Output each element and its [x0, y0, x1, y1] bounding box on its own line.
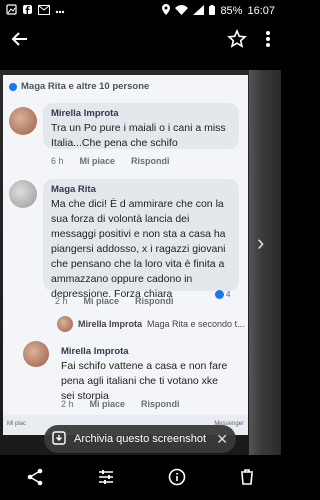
signal-icon	[193, 4, 205, 18]
clock: 16:07	[247, 5, 275, 17]
comment-time: 2 h	[61, 399, 74, 409]
archive-label: Archivia questo screenshot	[74, 433, 207, 445]
like-link[interactable]: Mi piace	[84, 296, 120, 306]
battery-icon	[209, 4, 216, 18]
like-count: 4	[226, 290, 231, 299]
wifi-icon	[175, 4, 189, 18]
close-icon[interactable]: ✕	[216, 431, 228, 448]
archive-icon	[52, 430, 66, 448]
comment-bubble: Maga Rita Ma che dici! È d ammirare che …	[43, 179, 239, 300]
more-notifications-icon	[55, 5, 65, 17]
comment-actions: 6 h Mi piace Rispondi	[51, 156, 170, 166]
avatar	[57, 316, 73, 332]
archive-screenshot-chip[interactable]: Archivia questo screenshot ✕	[44, 425, 236, 453]
gallery-notification-icon	[6, 4, 17, 18]
reply-link[interactable]: Rispondi	[135, 296, 174, 306]
reply-snippet: Maga Rita e secondo t...	[147, 319, 245, 329]
comment-author: Maga Rita	[51, 184, 96, 195]
like-reaction-icon	[9, 82, 17, 91]
mail-notification-icon	[38, 4, 50, 18]
photographed-phone-screen: Maga Rita e altre 10 persone Mirella Imp…	[3, 75, 248, 435]
strip-like-label: Mi piac	[7, 421, 27, 427]
facebook-notification-icon	[22, 4, 33, 18]
status-left	[6, 4, 65, 18]
screenshot-photo: Maga Rita e altre 10 persone Mirella Imp…	[0, 70, 281, 455]
trash-icon[interactable]	[239, 468, 255, 491]
reactions-text: Maga Rita e altre 10 persone	[21, 81, 150, 92]
share-icon[interactable]	[26, 468, 44, 491]
avatar	[23, 341, 49, 367]
comment-time: 2 h	[55, 296, 68, 306]
reactions-header: Maga Rita e altre 10 persone	[9, 81, 149, 92]
more-vert-icon[interactable]	[265, 30, 271, 53]
comment-author: Mirella Improta	[51, 108, 119, 119]
comment-actions: 2 h Mi piace Rispondi	[55, 296, 174, 306]
chevron-right-icon: ›	[257, 230, 265, 255]
comment-time: 6 h	[51, 156, 64, 166]
info-icon[interactable]	[168, 468, 186, 491]
comment-text: Fai schifo vattene a casa e non fare pen…	[61, 360, 228, 402]
avatar	[9, 180, 37, 208]
like-link[interactable]: Mi piace	[90, 399, 126, 409]
reply-author: Mirella Improta	[78, 319, 143, 329]
tune-icon[interactable]	[97, 468, 115, 491]
like-icon	[215, 290, 224, 299]
status-right: 85% 16:07	[162, 4, 275, 18]
reply-link[interactable]: Rispondi	[141, 399, 180, 409]
comment-bubble: Mirella Improta Tra un Po pure i maiali …	[43, 103, 239, 149]
location-icon	[162, 4, 171, 18]
reply-link[interactable]: Rispondi	[131, 156, 170, 166]
comment-text: Tra un Po pure i maiali o i cani a miss …	[51, 122, 226, 149]
back-arrow-icon[interactable]	[10, 29, 30, 54]
reply-preview[interactable]: Mirella Improta Maga Rita e secondo t...	[57, 316, 245, 332]
comment-bubble: Mirella Improta Fai schifo vattene a cas…	[53, 341, 239, 402]
viewer-toolbar	[0, 22, 281, 60]
battery-percent: 85%	[220, 5, 243, 17]
avatar	[9, 107, 37, 135]
comment-author: Mirella Improta	[61, 346, 129, 357]
viewer-bottom-bar	[0, 458, 281, 500]
comment-actions: 2 h Mi piace Rispondi	[61, 399, 180, 409]
like-count-badge: 4	[215, 290, 230, 299]
like-link[interactable]: Mi piace	[80, 156, 116, 166]
star-icon[interactable]	[227, 28, 247, 54]
comment-text: Ma che dici! È d ammirare che con la sua…	[51, 198, 226, 300]
phone-edge: ›	[249, 70, 281, 455]
status-bar: 85% 16:07	[0, 0, 281, 22]
